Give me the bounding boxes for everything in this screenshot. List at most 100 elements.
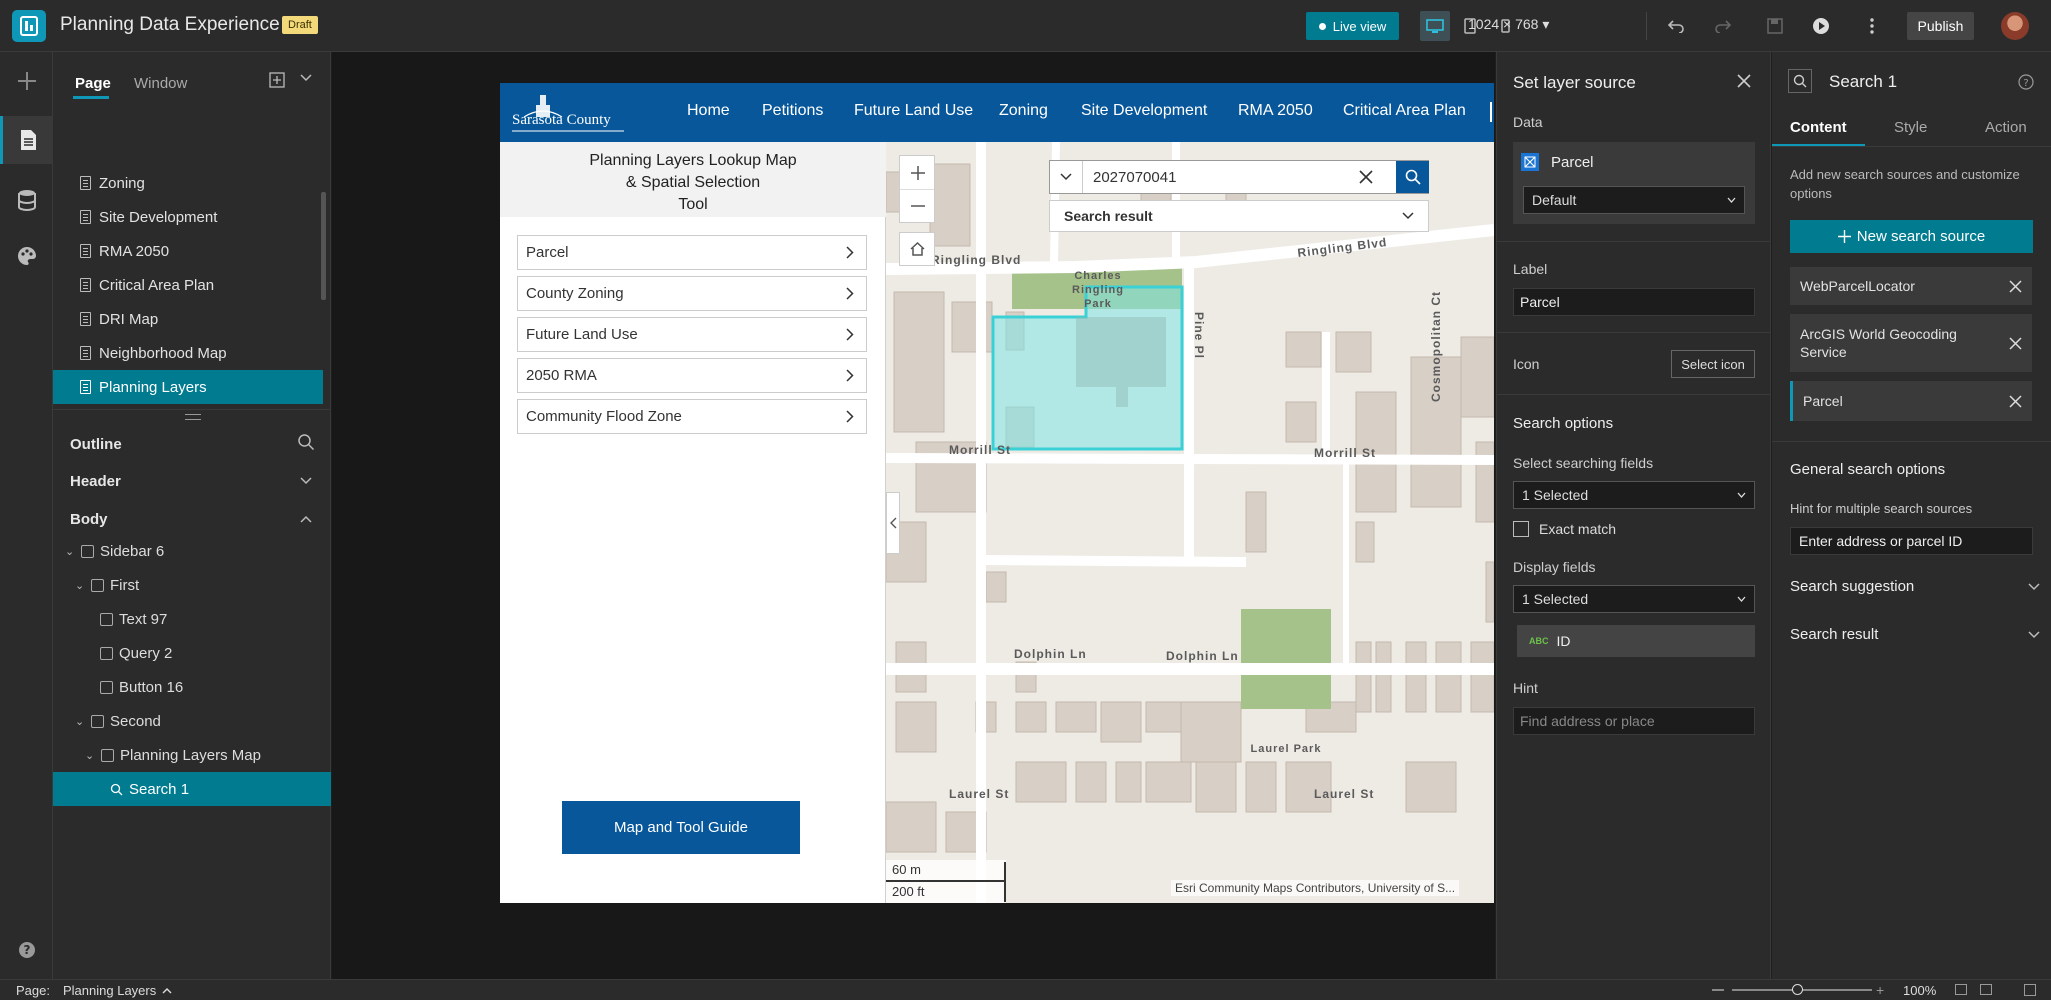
publish-button[interactable]: Publish [1907,12,1974,40]
nav-zoning[interactable]: Zoning [999,102,1048,120]
fit-screen-icon[interactable] [1955,984,1967,995]
outline-item-query[interactable]: Query 2 [53,636,331,670]
page-item-planning-layers[interactable]: Planning Layers [53,370,323,404]
searching-fields-select[interactable]: 1 Selected [1513,481,1755,509]
chevron-down-icon[interactable]: ⌄ [85,749,95,762]
close-icon[interactable] [1737,74,1751,88]
zoom-in-icon[interactable] [910,165,926,181]
undo-icon[interactable] [1661,11,1691,41]
tab-action[interactable]: Action [1985,119,2027,136]
home-icon[interactable] [899,232,935,266]
data-source-card[interactable]: Parcel Default [1513,142,1755,224]
search-source-item[interactable]: ArcGIS World Geocoding Service [1790,314,2032,372]
display-field-chip[interactable]: ABC ID [1517,625,1755,657]
tab-style[interactable]: Style [1894,119,1927,136]
nav-site-development[interactable]: Site Development [1081,102,1207,120]
add-page-icon[interactable] [269,72,285,88]
display-fields-select[interactable]: 1 Selected [1513,585,1755,613]
panel-splitter[interactable] [53,409,331,410]
chevron-up-icon[interactable] [300,515,312,523]
collapse-sidebar-button[interactable] [886,492,900,554]
accordion-county-zoning[interactable]: County Zoning [517,276,867,311]
zoom-out-icon[interactable] [910,198,926,214]
desktop-view-icon[interactable] [1420,11,1450,41]
outline-item-search[interactable]: Search 1 [53,772,331,806]
help-icon[interactable]: ? [0,926,53,974]
add-icon[interactable] [0,57,53,105]
live-view-button[interactable]: Live view [1306,12,1399,40]
nav-home[interactable]: Home [687,102,730,120]
fit-width-icon[interactable] [1980,984,1992,995]
widget-title[interactable]: Search 1 [1829,72,1897,92]
zoom-percent[interactable]: 100% [1903,983,1936,998]
chevron-down-icon[interactable] [300,74,312,82]
outline-item-text[interactable]: Text 97 [53,602,331,636]
outline-item-second[interactable]: ⌄ Second [53,704,331,738]
accordion-parcel[interactable]: Parcel [517,235,867,270]
page-item-zoning[interactable]: Zoning [53,166,323,200]
tab-page[interactable]: Page [75,75,111,92]
outline-item-map[interactable]: ⌄ Planning Layers Map [53,738,331,772]
basemap[interactable]: Ringling Blvd Ringling Blvd Morrill St M… [886,142,1494,903]
app-logo-icon[interactable] [12,10,46,42]
search-source-item-selected[interactable]: Parcel [1790,381,2032,421]
data-view-select[interactable]: Default [1523,186,1745,214]
pages-icon[interactable] [0,116,53,164]
accordion-future-land-use[interactable]: Future Land Use [517,317,867,352]
remove-source-icon[interactable] [2009,336,2022,350]
data-icon[interactable] [0,176,53,224]
search-input[interactable]: 2027070041 [1093,169,1176,186]
map-tool-guide-button[interactable]: Map and Tool Guide [562,801,800,854]
accordion-2050-rma[interactable]: 2050 RMA [517,358,867,393]
page-item-dri-map[interactable]: DRI Map [53,302,323,336]
map-attribution[interactable]: Esri Community Maps Contributors, Univer… [1171,880,1460,896]
clear-search-icon[interactable] [1358,169,1374,185]
redo-icon[interactable] [1708,11,1738,41]
hint-multiple-input[interactable]: Enter address or parcel ID [1790,527,2033,555]
preview-play-icon[interactable] [1806,11,1836,41]
sarasota-county-logo[interactable]: Sarasota County [510,91,626,133]
search-result-dropdown[interactable]: Search result [1049,200,1429,232]
outline-header[interactable]: Header [70,473,121,490]
nav-overflow[interactable] [1490,102,1492,122]
save-icon[interactable] [1760,11,1790,41]
outline-body[interactable]: Body [70,511,108,528]
chevron-down-icon[interactable]: ⌄ [75,715,85,728]
outline-item-first[interactable]: ⌄ First [53,568,331,602]
search-submit-button[interactable] [1396,161,1429,193]
nav-future-land-use[interactable]: Future Land Use [854,102,973,120]
search-result-section[interactable]: Search result [1790,626,2040,643]
status-page-selector[interactable]: Planning Layers [63,983,172,998]
search-source-item[interactable]: WebParcelLocator [1790,267,2032,305]
user-avatar[interactable] [2001,12,2029,40]
zoom-in-icon[interactable]: + [1876,982,1884,998]
new-search-source-button[interactable]: New search source [1790,220,2033,253]
chevron-down-icon[interactable]: ⌄ [75,579,85,592]
page-item-critical-area-plan[interactable]: Critical Area Plan [53,268,323,302]
nav-petitions[interactable]: Petitions [762,102,823,120]
help-icon[interactable]: ? [2018,74,2034,90]
label-input[interactable]: Parcel [1513,288,1755,316]
fullscreen-icon[interactable] [2024,984,2036,996]
exact-match-checkbox[interactable] [1513,521,1529,537]
splitter-handle-icon[interactable] [185,414,201,420]
chevron-down-icon[interactable] [300,477,312,485]
select-icon-button[interactable]: Select icon [1671,350,1755,378]
search-source-dropdown[interactable] [1050,161,1083,193]
accordion-community-flood-zone[interactable]: Community Flood Zone [517,399,867,434]
resolution-dropdown[interactable]: 1024 × 768 ▾ [1468,16,1549,33]
hint-input[interactable]: Find address or place [1513,707,1755,735]
search-icon[interactable] [297,433,315,451]
outline-item-sidebar[interactable]: ⌄ Sidebar 6 [53,534,331,568]
planning-layers-map[interactable]: Ringling Blvd Ringling Blvd Morrill St M… [886,142,1494,903]
zoom-slider-handle[interactable] [1792,984,1803,995]
search-suggestion-section[interactable]: Search suggestion [1790,578,2040,595]
remove-source-icon[interactable] [2009,279,2022,293]
page-item-site-development[interactable]: Site Development [53,200,323,234]
tab-content[interactable]: Content [1790,119,1847,136]
tab-window[interactable]: Window [134,75,187,92]
nav-critical-area-plan[interactable]: Critical Area Plan [1343,102,1466,120]
chevron-down-icon[interactable]: ⌄ [65,545,75,558]
outline-item-button[interactable]: Button 16 [53,670,331,704]
remove-source-icon[interactable] [2009,394,2022,408]
